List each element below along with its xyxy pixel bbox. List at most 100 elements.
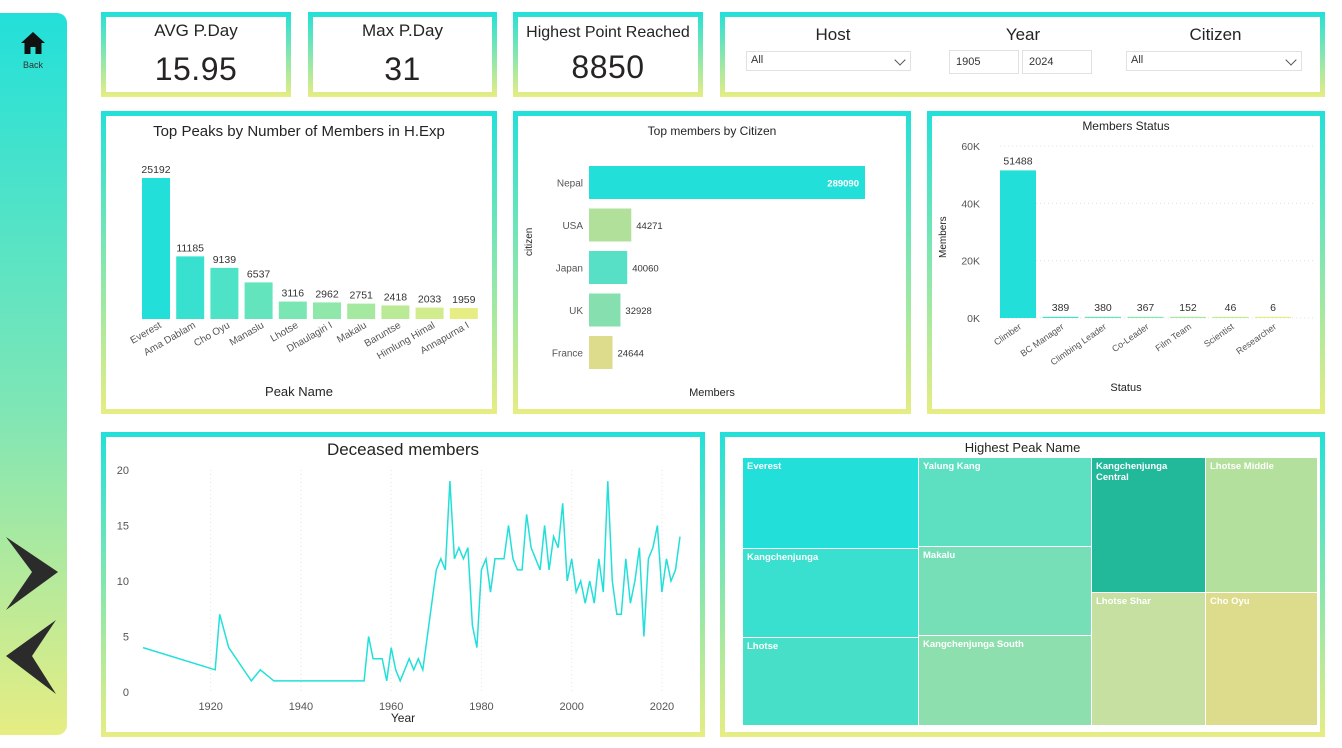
- tick-label: 60K: [961, 141, 980, 153]
- bar: [1170, 316, 1206, 318]
- category-label: Film Team: [1154, 321, 1194, 353]
- year-to-input[interactable]: 2024: [1022, 50, 1092, 74]
- category-label: UK: [569, 306, 583, 317]
- data-label: 289090: [827, 179, 859, 190]
- bar: [589, 336, 613, 369]
- data-label: 2418: [384, 291, 408, 303]
- y-axis-label: citizen: [524, 227, 535, 256]
- kpi-value: 8850: [571, 49, 645, 85]
- top-citizens-chart-card: Top members by Citizen Nepal 289090 USA 442…: [513, 111, 911, 414]
- kpi-title: Max P.Day: [362, 21, 443, 40]
- data-label: 32928: [625, 306, 651, 317]
- x-axis-label: Year: [390, 711, 416, 725]
- category-label: Japan: [556, 264, 583, 275]
- home-icon: [21, 32, 45, 54]
- y-tick-label: 10: [117, 576, 129, 588]
- data-label: 11185: [176, 242, 204, 254]
- top-peaks-chart-card: Top Peaks by Number of Members in H.Exp …: [101, 111, 497, 414]
- kpi-card-max-per-day: Max P.Day 31: [308, 12, 497, 97]
- category-label: USA: [562, 221, 583, 232]
- treemap-cell[interactable]: Lhotse Shar: [1091, 592, 1206, 726]
- kpi-card-avg-per-day: AVG P.Day 15.95: [101, 12, 291, 97]
- year-from-input[interactable]: 1905: [949, 50, 1019, 74]
- members-status-bar-chart: 0K20K40K60K51488Climber389BC Manager380C…: [961, 141, 1314, 367]
- data-label: 9139: [213, 254, 237, 266]
- y-axis-label: Members: [938, 216, 949, 258]
- category-label: Manaslu: [228, 320, 266, 348]
- kpi-value: 31: [384, 51, 421, 87]
- year-filter-title: Year: [1005, 25, 1041, 44]
- kpi-value: 15.95: [154, 51, 238, 87]
- members-status-chart-card: Members Status 0K 20K 40K 60K 51488 Climber 38…: [927, 111, 1325, 414]
- kpi-title: AVG P.Day: [154, 21, 238, 40]
- data-label: 367: [1137, 302, 1155, 314]
- category-label: Cho Oyu: [192, 320, 232, 349]
- data-label: 389: [1052, 302, 1070, 314]
- bar: [415, 307, 444, 319]
- bar: [589, 166, 865, 199]
- host-filter-title: Host: [815, 25, 851, 44]
- deceased-members-chart-card: Deceased members 1920 1940 1960 1980 2000 202…: [101, 432, 705, 737]
- category-label: Co-Leader: [1110, 321, 1151, 354]
- bar: [449, 308, 478, 319]
- bar: [381, 305, 410, 319]
- bar: [142, 178, 170, 319]
- data-label: 3116: [282, 288, 305, 300]
- treemap-cell[interactable]: Kangchenjunga Central: [1091, 457, 1206, 593]
- category-label: Researcher: [1234, 321, 1278, 356]
- data-label: 2751: [350, 290, 374, 302]
- treemap-cell[interactable]: Everest: [742, 457, 919, 549]
- host-dropdown[interactable]: All: [746, 51, 911, 71]
- data-label: 44271: [636, 221, 662, 232]
- tick-label: 40K: [961, 198, 980, 210]
- next-page-arrow-icon[interactable]: [4, 535, 60, 625]
- data-label: 2033: [418, 294, 442, 306]
- category-label: Scientist: [1202, 321, 1236, 349]
- category-label: Climber: [992, 321, 1023, 347]
- bar: [313, 302, 341, 319]
- bar: [589, 208, 632, 242]
- bar: [1255, 316, 1291, 318]
- data-label: 152: [1179, 302, 1197, 314]
- highest-peak-treemap-card: Highest Peak Name Everest Kangchenjunga …: [720, 432, 1325, 737]
- x-axis-label: Status: [1110, 382, 1142, 394]
- treemap-cell[interactable]: Yalung Kang: [918, 457, 1092, 547]
- bar: [1085, 316, 1121, 318]
- data-label: 6: [1270, 302, 1276, 314]
- bar: [1127, 316, 1164, 318]
- data-label: 6537: [247, 268, 271, 280]
- category-label: France: [552, 349, 584, 360]
- treemap-cell[interactable]: Kangchenjunga: [742, 548, 919, 638]
- citizen-filter-title: Citizen: [1189, 25, 1242, 44]
- bar: [589, 251, 628, 284]
- bar: [1000, 170, 1036, 318]
- data-label: 46: [1225, 302, 1237, 314]
- x-axis-label: Members: [689, 387, 735, 399]
- treemap-cell[interactable]: Lhotse Middle: [1205, 457, 1318, 593]
- citizen-dropdown[interactable]: All: [1126, 51, 1302, 71]
- bar: [1042, 316, 1079, 318]
- treemap-cell[interactable]: Kangchenjunga South: [918, 635, 1092, 726]
- back-button[interactable]: Back: [13, 31, 53, 77]
- bar: [1212, 316, 1249, 318]
- bar: [589, 293, 621, 327]
- data-label: 380: [1094, 302, 1112, 314]
- host-dropdown-value: All: [751, 54, 764, 66]
- x-axis-label: Peak Name: [265, 384, 333, 399]
- tick-label: 0K: [967, 313, 980, 325]
- back-label: Back: [22, 60, 43, 70]
- data-label: 51488: [1003, 155, 1032, 167]
- data-label: 1959: [452, 294, 476, 306]
- chevron-down-icon: [1285, 54, 1297, 66]
- treemap-cell[interactable]: Makalu: [918, 546, 1092, 636]
- series-line: [142, 481, 681, 683]
- y-tick-label: 5: [123, 632, 129, 644]
- treemap-cell[interactable]: Lhotse: [742, 637, 919, 726]
- previous-page-arrow-icon[interactable]: [4, 618, 60, 698]
- bar: [278, 301, 307, 319]
- data-label: 40060: [632, 264, 658, 275]
- citizen-dropdown-value: All: [1131, 54, 1144, 66]
- y-tick-label: 20: [117, 465, 129, 477]
- treemap-cell[interactable]: Cho Oyu: [1205, 592, 1318, 726]
- data-label: 2962: [315, 288, 339, 300]
